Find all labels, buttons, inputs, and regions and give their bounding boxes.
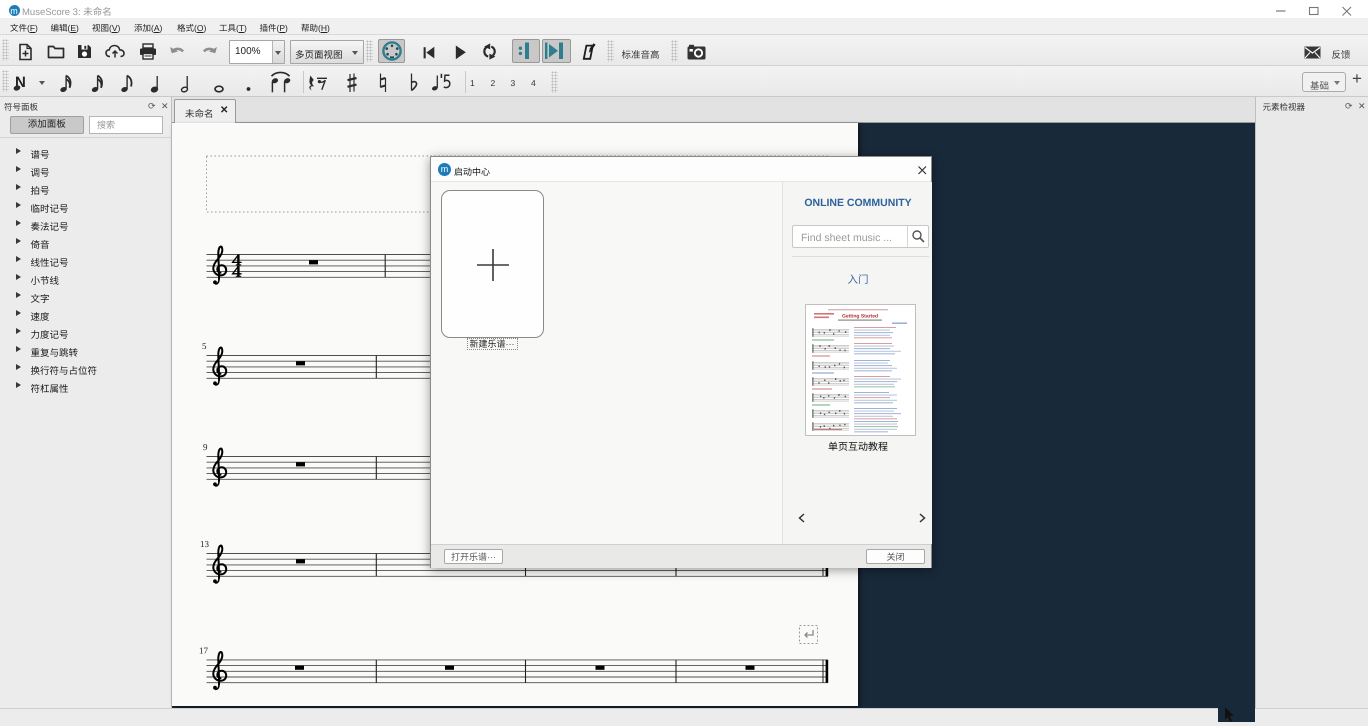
svg-text:9: 9: [203, 442, 208, 452]
svg-text:17: 17: [199, 645, 209, 655]
svg-text:13: 13: [200, 539, 210, 549]
svg-text:Getting Started: Getting Started: [842, 314, 878, 320]
svg-text:5: 5: [202, 341, 207, 351]
